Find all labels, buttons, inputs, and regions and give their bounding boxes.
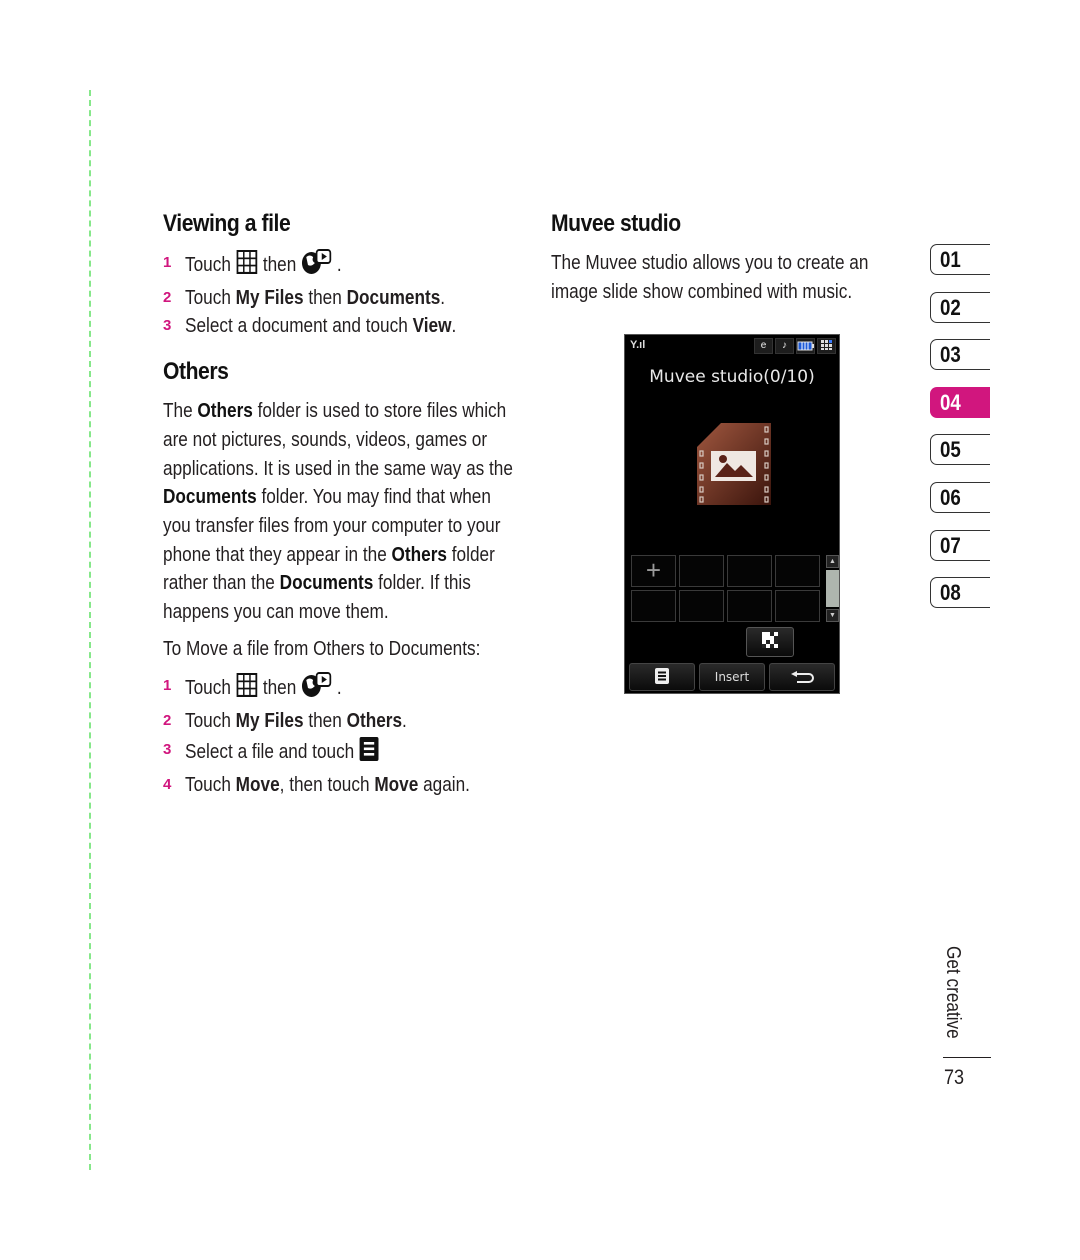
- slide-cell[interactable]: [631, 590, 676, 622]
- paragraph-text: you transfer files from your computer to…: [163, 514, 501, 537]
- step-number: 3: [163, 740, 172, 758]
- step-1: 1 Touch then .: [163, 672, 533, 707]
- paragraph-text: folder. If this: [373, 572, 471, 595]
- chapter-tab-02[interactable]: 02: [930, 291, 990, 323]
- muvee-studio-heading: Muvee studio: [551, 210, 681, 237]
- step-number: 1: [163, 254, 172, 271]
- chapter-tab-08[interactable]: 08: [930, 577, 990, 609]
- paragraph-text: folder: [447, 543, 495, 566]
- music-note-icon: ♪: [775, 338, 794, 354]
- paragraph-text: The: [163, 400, 198, 423]
- chapter-tabs: 01 02 03 04 05 06 07 08: [930, 244, 990, 625]
- muvee-description-line-2: image slide show combined with music.: [551, 280, 853, 303]
- move-intro: To Move a file from Others to Documents:: [163, 637, 481, 660]
- slide-cell[interactable]: [775, 590, 820, 622]
- step-2: 2 Touch My Files then Others.: [163, 707, 533, 736]
- left-column: Viewing a file 1 Touch then . 2 Touch My…: [163, 210, 533, 799]
- status-bar: Y.ıl e ♪: [625, 335, 839, 357]
- step-number: 1: [163, 677, 172, 695]
- others-heading: Others: [163, 358, 229, 386]
- menu-grid-icon: [817, 338, 836, 354]
- grid-menu-icon: [236, 249, 258, 284]
- slide-cell[interactable]: [679, 555, 724, 587]
- step-number: 3: [163, 317, 172, 335]
- chapter-tab-05[interactable]: 05: [930, 434, 990, 466]
- options-menu-icon: [359, 736, 380, 771]
- step-number: 4: [163, 775, 172, 793]
- viewing-file-heading: Viewing a file: [163, 210, 291, 237]
- slide-cell[interactable]: [727, 590, 772, 622]
- back-softkey[interactable]: [769, 663, 835, 691]
- battery-icon: [796, 338, 815, 354]
- effect-button[interactable]: [746, 627, 794, 657]
- paragraph-text: phone that they appear in the: [163, 543, 392, 566]
- section-label: Get creative: [942, 946, 964, 1039]
- viewing-steps: 1 Touch then . 2 Touch My Files then Doc…: [163, 249, 533, 341]
- insert-softkey[interactable]: Insert: [699, 663, 765, 691]
- scroll-down-icon[interactable]: ▼: [826, 609, 839, 622]
- grid-menu-icon: [236, 672, 258, 707]
- step-4: 4 Touch Move, then touch Move again.: [163, 771, 533, 800]
- globe-media-icon: [301, 672, 332, 707]
- chapter-tab-07[interactable]: 07: [930, 529, 990, 561]
- step-2: 2 Touch My Files then Documents.: [163, 284, 533, 313]
- bold-term: Others: [391, 543, 448, 566]
- paragraph-text: folder is used to store files which: [252, 400, 507, 423]
- chapter-tab-06[interactable]: 06: [930, 481, 990, 513]
- globe-media-icon: [301, 249, 332, 284]
- middle-column: Muvee studio The Muvee studio allows you…: [551, 210, 891, 306]
- paragraph-text: applications. It is used in the same way…: [163, 457, 513, 480]
- menu-softkey[interactable]: [629, 663, 695, 691]
- paragraph-text: rather than the: [163, 572, 280, 595]
- step-3: 3 Select a document and touch View.: [163, 312, 533, 341]
- signal-icon: Y.ıl: [630, 339, 646, 351]
- scroll-up-icon[interactable]: ▲: [826, 555, 839, 568]
- bold-term: Others: [197, 400, 253, 423]
- step-3: 3 Select a file and touch: [163, 736, 533, 771]
- chapter-tab-04[interactable]: 04: [930, 386, 990, 418]
- step-1: 1 Touch then .: [163, 249, 533, 284]
- slide-cell[interactable]: [775, 555, 820, 587]
- step-number: 2: [163, 288, 172, 306]
- paragraph-text: folder. You may find that when: [256, 486, 491, 509]
- move-steps: 1 Touch then . 2 Touch My Files then Oth…: [163, 672, 533, 799]
- film-image-icon: [695, 421, 773, 507]
- muvee-description-line-1: The Muvee studio allows you to create an: [551, 252, 869, 274]
- slide-cell[interactable]: [679, 590, 724, 622]
- checker-effect-icon: [762, 631, 778, 653]
- paragraph-text: happens you can move them.: [163, 601, 389, 624]
- others-paragraph: The Others folder is used to store files…: [163, 397, 513, 627]
- step-number: 2: [163, 712, 172, 730]
- scroll-thumb[interactable]: [826, 570, 839, 607]
- options-menu-icon: [655, 667, 669, 687]
- trim-dashed-line: [89, 90, 91, 1170]
- page-number: 73: [944, 1066, 965, 1089]
- e-mail-icon: e: [754, 338, 773, 354]
- chapter-tab-03[interactable]: 03: [930, 339, 990, 371]
- back-arrow-icon: [789, 669, 815, 686]
- softkey-bar: Insert: [629, 663, 835, 691]
- screen-title: Muvee studio(0/10): [649, 367, 815, 387]
- slide-cell[interactable]: [727, 555, 772, 587]
- paragraph-text: are not pictures, sounds, videos, games …: [163, 428, 488, 451]
- chapter-tab-01[interactable]: 01: [930, 244, 990, 275]
- grid-scrollbar[interactable]: ▲ ▼: [826, 555, 839, 622]
- bold-term: Documents: [279, 572, 374, 595]
- bold-term: Documents: [163, 486, 257, 509]
- phone-screenshot: Y.ıl e ♪ Muvee studio(0/10) + ▲ ▼ Insert: [624, 334, 840, 694]
- slide-grid: +: [631, 555, 820, 622]
- add-slide-cell[interactable]: +: [631, 555, 676, 587]
- page-number-rule: [943, 1057, 991, 1058]
